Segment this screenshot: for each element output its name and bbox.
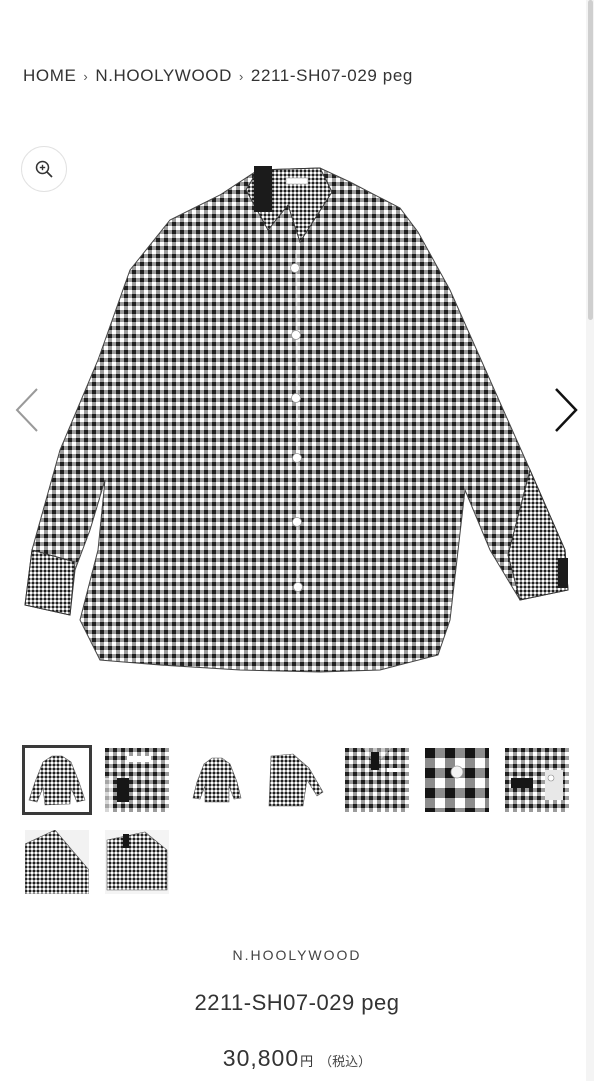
- next-image-button[interactable]: [551, 385, 581, 435]
- thumbnail-image: [425, 748, 489, 812]
- thumbnail-image: [25, 830, 89, 894]
- thumbnail-4[interactable]: [262, 745, 332, 815]
- product-name: 2211-SH07-029 peg: [194, 990, 400, 1015]
- zoom-in-icon: [35, 160, 53, 178]
- thumbnail-image: [505, 748, 569, 812]
- breadcrumb-separator: ›: [83, 68, 89, 84]
- previous-image-button[interactable]: [12, 385, 42, 435]
- thumbnail-image: [268, 753, 324, 807]
- thumbnail-9[interactable]: [102, 827, 172, 897]
- breadcrumb-home-link[interactable]: HOME: [23, 66, 76, 86]
- thumbnail-7[interactable]: [502, 745, 572, 815]
- thumbnail-2[interactable]: [102, 745, 172, 815]
- product-brand[interactable]: N.HOOLYWOOD: [0, 947, 594, 963]
- thumbnail-5[interactable]: [342, 745, 412, 815]
- thumbnail-image: [105, 830, 169, 894]
- thumbnail-3[interactable]: [182, 745, 252, 815]
- price-amount: 30,800: [222, 1045, 300, 1071]
- breadcrumb-current: 2211-SH07-029 peg: [250, 66, 413, 85]
- thumbnail-image: [345, 748, 409, 812]
- thumbnail-image: [105, 748, 169, 812]
- chevron-right-icon: [555, 388, 578, 432]
- breadcrumb-brand-link[interactable]: N.HOOLYWOOD: [95, 66, 232, 86]
- page-scrollbar[interactable]: [586, 0, 594, 1081]
- thumbnail-image: [192, 757, 242, 803]
- main-product-image[interactable]: [20, 150, 576, 690]
- chevron-left-icon: [15, 388, 38, 432]
- breadcrumb-separator: ›: [238, 68, 244, 84]
- thumbnail-8[interactable]: [22, 827, 92, 897]
- thumbnail-1[interactable]: [22, 745, 92, 815]
- price-tax-note: （税込）: [319, 1054, 372, 1069]
- price-currency: 円: [300, 1054, 314, 1069]
- scrollbar-thumb[interactable]: [588, 0, 593, 320]
- thumbnail-gallery: [22, 745, 578, 897]
- product-price: 30,800円 （税込）: [0, 1045, 594, 1072]
- breadcrumb: HOME › N.HOOLYWOOD › 2211-SH07-029 peg: [23, 66, 413, 86]
- zoom-button[interactable]: [21, 146, 67, 192]
- thumbnail-6[interactable]: [422, 745, 492, 815]
- thumbnail-image: [28, 755, 86, 806]
